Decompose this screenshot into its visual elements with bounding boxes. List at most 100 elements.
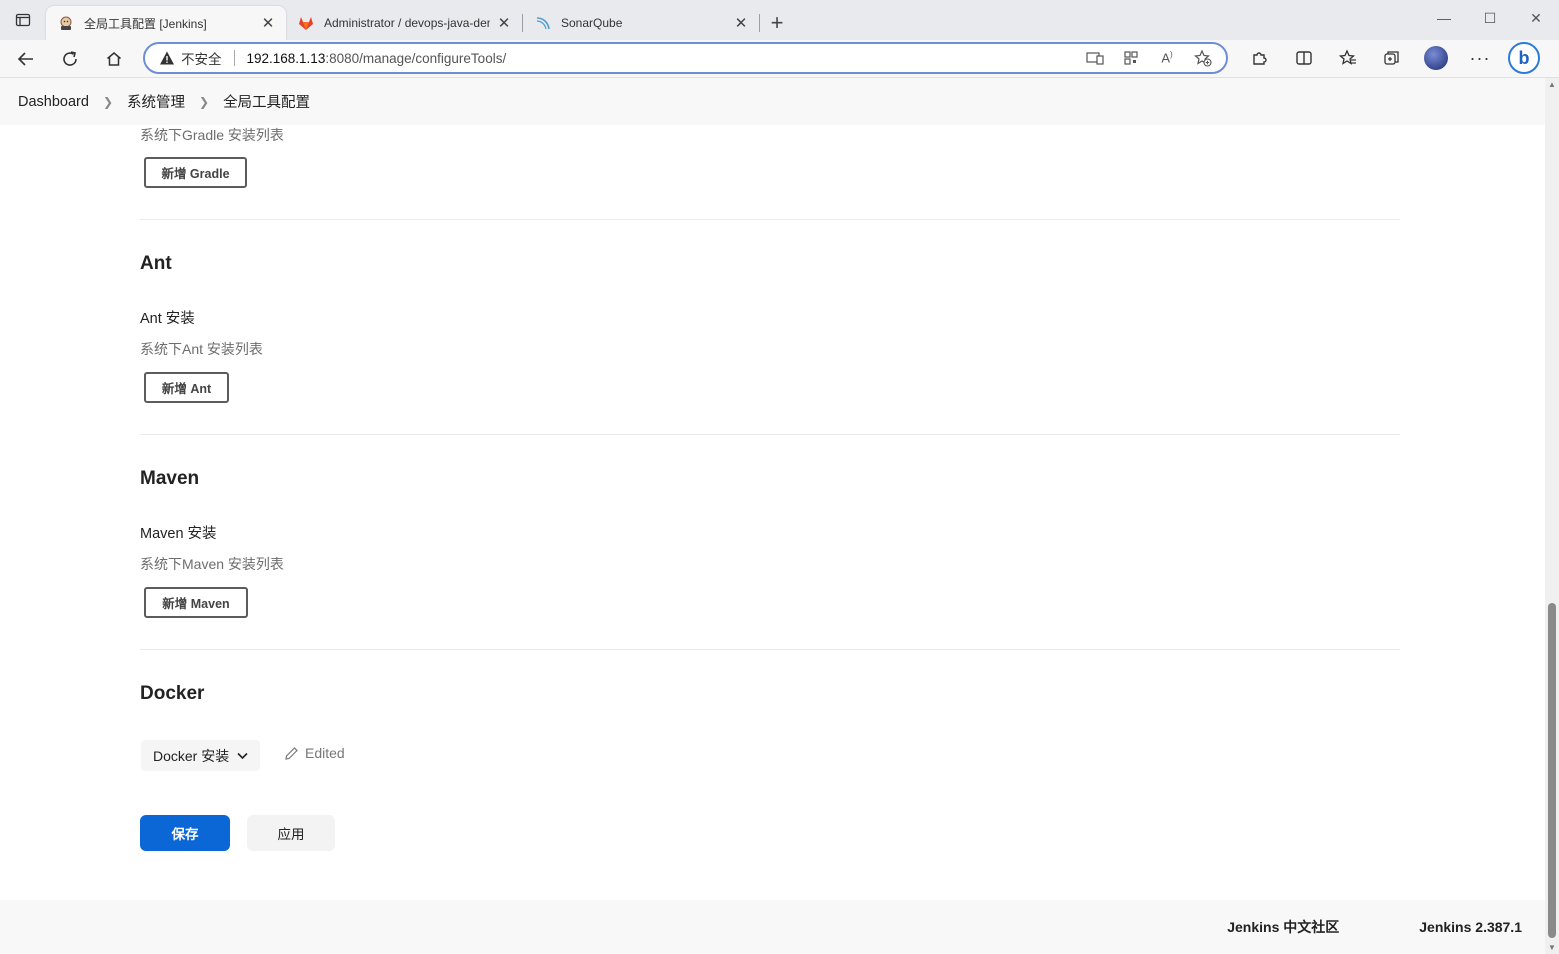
breadcrumb-item-manage[interactable]: 系统管理 [127,91,185,112]
tab-bar: 全局工具配置 [Jenkins] ✕ Administrator / devop… [0,0,1559,40]
extensions-button[interactable] [1238,42,1282,74]
edited-label: Edited [305,745,345,761]
section-divider [140,649,1400,650]
address-actions: A) [1080,47,1218,69]
qr-code-icon [1124,51,1138,65]
edited-indicator: Edited [284,745,345,761]
favorites-icon [1339,49,1356,65]
puzzle-icon [1253,52,1267,65]
read-aloud-icon: A) [1161,50,1173,66]
ellipsis-icon: ··· [1469,47,1491,68]
split-screen-button[interactable] [1282,42,1326,74]
chevron-down-icon [237,752,248,759]
refresh-button[interactable] [48,43,92,75]
page-footer: Jenkins 中文社区 Jenkins 2.387.1 [0,900,1545,954]
chevron-right-icon: ❯ [199,94,210,109]
maven-install-label: Maven 安装 [140,526,217,542]
bing-icon: b [1508,42,1540,74]
qr-code-button[interactable] [1116,47,1146,69]
home-button[interactable] [92,43,136,75]
tab-jenkins[interactable]: 全局工具配置 [Jenkins] ✕ [46,6,286,40]
add-favorite-button[interactable] [1188,47,1218,69]
breadcrumb-item-configure-tools[interactable]: 全局工具配置 [223,91,310,112]
page-scrollbar[interactable]: ▲ ▼ [1545,78,1559,954]
docker-section-title: Docker [140,683,205,704]
app-available-icon [1086,52,1104,65]
read-aloud-button[interactable]: A) [1152,47,1182,69]
docker-install-label: Docker 安装 [153,747,230,764]
address-bar[interactable]: 不安全 192.168.1.13:8080/manage/configureTo… [143,42,1228,74]
url-host: 192.168.1.13 [246,50,326,66]
more-options-button[interactable]: ··· [1458,42,1502,74]
close-icon: ✕ [1530,9,1542,26]
close-icon[interactable]: ✕ [733,15,749,32]
window-controls: — ☐ ✕ [1421,0,1559,40]
gradle-hint: 系统下Gradle 安装列表 [140,127,284,143]
tab-title: SonarQube [561,16,623,30]
split-screen-icon [1296,51,1312,65]
close-icon[interactable]: ✕ [496,15,512,32]
scroll-down-icon[interactable]: ▼ [1548,943,1556,952]
url-path: :8080/manage/configureTools/ [325,50,507,66]
bing-chat-button[interactable]: b [1502,42,1546,74]
security-label: 不安全 [181,52,222,67]
breadcrumb: Dashboard ❯ 系统管理 ❯ 全局工具配置 [0,78,1545,125]
favorites-button[interactable] [1326,42,1370,74]
star-add-icon [1194,49,1212,67]
version-link[interactable]: Jenkins 2.387.1 [1419,919,1522,935]
tab-title: 全局工具配置 [Jenkins] [84,16,207,31]
tab-gitlab[interactable]: Administrator / devops-java-demo ✕ [286,6,522,40]
back-arrow-icon [17,51,33,66]
home-icon [107,51,121,66]
close-icon[interactable]: ✕ [260,15,276,32]
minimize-button[interactable]: — [1421,0,1467,36]
scrollbar-thumb[interactable] [1548,603,1556,938]
refresh-icon [63,50,77,66]
maven-hint: 系统下Maven 安装列表 [140,556,284,572]
ant-install-label: Ant 安装 [140,311,195,327]
add-maven-button[interactable]: 新增 Maven [144,587,248,618]
add-maven-wrap: 新增 Maven [144,587,248,618]
security-indicator[interactable]: 不安全 [159,48,222,68]
main-content: 系统下Gradle 安装列表 新增 Gradle Ant Ant 安装 系统下A… [0,125,1545,900]
collections-button[interactable] [1370,42,1414,74]
ant-section-title: Ant [140,253,172,274]
jenkins-icon [58,15,74,31]
chevron-right-icon: ❯ [102,94,113,109]
minimize-icon: — [1437,10,1451,26]
address-divider [233,50,235,66]
gitlab-icon [298,15,314,31]
tab-sonarqube[interactable]: SonarQube ✕ [523,6,759,40]
maven-section-title: Maven [140,468,200,489]
browser-tools: ··· b [1238,42,1546,74]
scroll-up-icon[interactable]: ▲ [1548,80,1556,89]
add-gradle-wrap: 新增 Gradle [144,157,247,188]
maximize-button[interactable]: ☐ [1467,0,1513,36]
apply-button[interactable]: 应用 [247,815,335,851]
sonarqube-icon [535,15,551,31]
add-ant-wrap: 新增 Ant [144,372,229,403]
plus-icon: + [770,10,784,35]
tab-title: Administrator / devops-java-demo [324,16,490,30]
tab-actions-button[interactable] [0,0,46,40]
add-ant-button[interactable]: 新增 Ant [144,372,229,403]
tab-actions-icon [15,13,31,27]
pencil-icon [285,746,298,760]
app-available-button[interactable] [1080,47,1110,69]
back-button[interactable] [4,43,48,75]
add-gradle-button[interactable]: 新增 Gradle [144,157,247,188]
profile-button[interactable] [1414,42,1458,74]
close-window-button[interactable]: ✕ [1513,0,1559,36]
section-divider [140,219,1400,220]
maximize-icon: ☐ [1483,9,1497,26]
section-divider [140,434,1400,435]
new-tab-button[interactable]: + [760,6,794,40]
warning-icon [160,51,174,65]
community-link[interactable]: Jenkins 中文社区 [1227,917,1339,937]
avatar [1424,46,1448,70]
save-button[interactable]: 保存 [140,815,230,851]
ant-hint: 系统下Ant 安装列表 [140,341,263,357]
docker-install-dropdown[interactable]: Docker 安装 [141,740,261,771]
breadcrumb-item-dashboard[interactable]: Dashboard [18,94,89,110]
collections-icon [1384,51,1399,65]
